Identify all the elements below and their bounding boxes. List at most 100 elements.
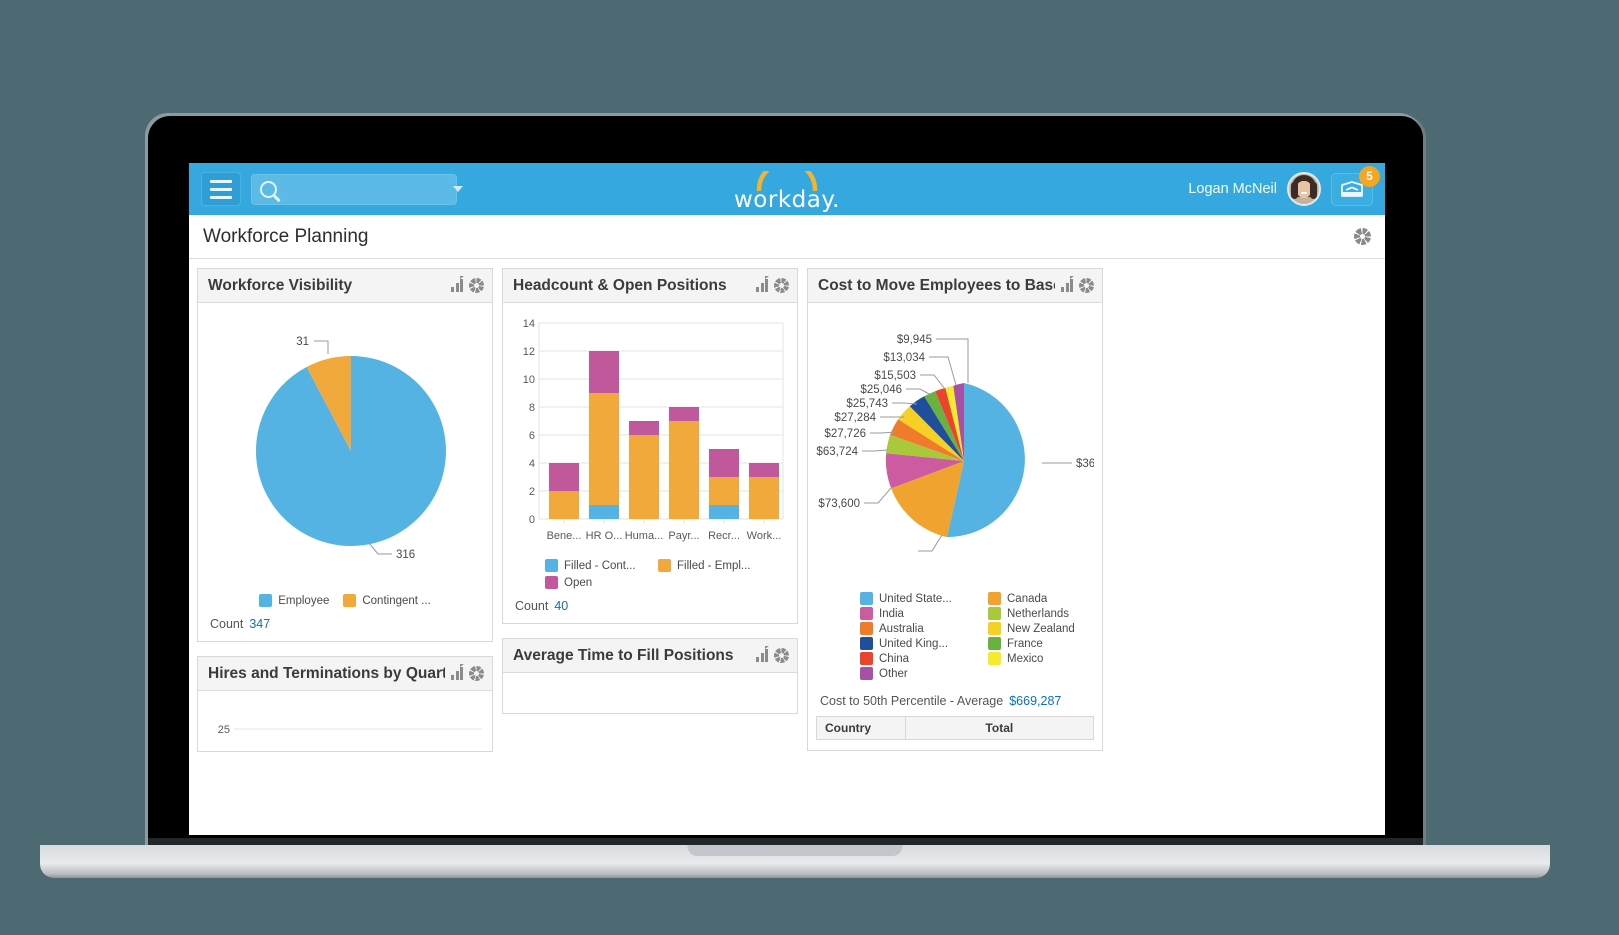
x-label-3: Payr... [668,530,699,542]
pie-data-label-27726: $27,726 [824,428,866,440]
chart-view-button[interactable] [451,276,464,292]
y-tick-12: 12 [523,346,535,358]
kpi-value[interactable]: $669,287 [1009,694,1061,708]
panel-average-time-to-fill: Average Time to Fill Positions [502,638,798,714]
chart-view-button[interactable] [451,664,464,680]
panel-body: $9,945 $13,034 $15,503 $25,046 $25,743 $… [808,303,1124,750]
panel-body [503,673,797,713]
kpi-value[interactable]: 40 [554,599,568,613]
panel-title: Average Time to Fill Positions [513,646,734,664]
headcount-open-positions-bar-chart[interactable]: 14 12 10 8 6 4 2 0 Bene... HR O... Huma.… [511,311,789,546]
legend-item[interactable]: New Zealand [988,622,1106,635]
y-tick-0: 0 [529,514,535,526]
panel-settings-button[interactable] [469,666,484,681]
bar-segment-filled-contingent [589,505,619,519]
legend-label: India [879,607,904,620]
legend-label: Australia [879,622,924,635]
bar-group-bene[interactable] [549,463,579,519]
legend-item[interactable]: Contingent ... [343,594,431,607]
legend-swatch-filled-employee [658,559,671,572]
x-label-4: Recr... [708,530,740,542]
pie-data-label-contingent: 31 [296,336,309,348]
legend-item[interactable]: France [988,637,1106,650]
bar-segment-filled-employee [589,393,619,505]
bar-chart-icon [1061,276,1074,292]
chevron-down-icon[interactable] [453,186,463,192]
y-tick-10: 10 [523,374,535,386]
bar-segment-filled-employee [669,421,699,519]
bar-segment-filled-employee [749,477,779,519]
bar-group-payroll[interactable] [669,407,699,519]
chart-view-button[interactable] [756,276,769,292]
legend-item[interactable]: Filled - Empl... [658,559,751,572]
legend-label: China [879,652,910,665]
panel-hires-terminations: Hires and Terminations by Quarter 25 [197,656,493,752]
workforce-visibility-count: Count 347 [206,617,484,631]
hamburger-menu-icon[interactable] [201,172,241,206]
page-settings-button[interactable] [1354,228,1371,245]
kpi-value[interactable]: 347 [249,617,270,631]
bar-group-workday[interactable] [749,463,779,519]
bar-segment-open [669,407,699,421]
legend-item[interactable]: Netherlands [988,607,1106,620]
legend-item[interactable]: United King... [860,637,978,650]
chart-view-button[interactable] [756,646,769,662]
gear-icon [774,278,789,293]
legend-item[interactable]: Canada [988,592,1106,605]
column-header-total[interactable]: Total [904,716,1095,740]
search-box[interactable] [251,173,463,205]
dashboard-column-1: Workforce Visibility 31 316 Employee Con… [197,268,493,752]
bar-group-hr[interactable] [589,351,619,519]
legend-swatch-france [988,637,1001,650]
panel-settings-button[interactable] [774,278,789,293]
panel-body: 31 316 Employee Contingent ... Count 347 [198,303,492,641]
legend-item[interactable]: Open [545,576,640,589]
legend-swatch-netherlands [988,607,1001,620]
legend-item[interactable]: Filled - Cont... [545,559,640,572]
legend-item[interactable]: India [860,607,978,620]
inbox-button[interactable]: 5 [1331,165,1380,206]
panel-settings-button[interactable] [774,648,789,663]
bar-group-recruiting[interactable] [709,449,739,519]
bar-chart-icon [756,276,769,292]
legend-item[interactable]: Employee [259,594,329,607]
y-tick-8: 8 [529,402,535,414]
legend-item[interactable]: Australia [860,622,978,635]
panel-settings-button[interactable] [1079,278,1094,293]
x-label-1: HR O... [586,530,623,542]
column-header-country[interactable]: Country [816,716,906,740]
workforce-visibility-pie-chart[interactable]: 31 316 [206,311,484,581]
page-header: Workforce Planning [189,215,1385,259]
laptop-base [40,845,1550,878]
legend-label: New Zealand [1007,622,1075,635]
panel-header: Cost to Move Employees to Base ... [808,269,1102,303]
panel-title: Cost to Move Employees to Base ... [818,276,1055,294]
kpi-label: Count [515,599,549,613]
bar-group-human[interactable] [629,421,659,519]
legend-label: Contingent ... [362,594,431,607]
panel-settings-button[interactable] [469,278,484,293]
panel-title: Workforce Visibility [208,276,353,294]
pie-slices[interactable] [885,383,1025,538]
bar-segment-open [709,449,739,477]
panel-workforce-visibility: Workforce Visibility 31 316 Employee Con… [197,268,493,642]
legend-item[interactable]: United State... [860,592,978,605]
gear-icon [1079,278,1094,293]
legend-item[interactable]: Other [860,667,978,680]
hires-terminations-bar-chart[interactable]: 25 [206,699,484,751]
legend-item[interactable]: China [860,652,978,665]
legend-label: Mexico [1007,652,1044,665]
cost-to-move-pie-chart[interactable]: $9,945 $13,034 $15,503 $25,046 $25,743 $… [816,311,1124,581]
dashboard-column-2: Headcount & Open Positions 14 12 10 8 6 … [502,268,798,714]
chart-view-button[interactable] [1061,276,1074,292]
legend-item[interactable]: Mexico [988,652,1106,665]
legend-label: France [1007,637,1043,650]
pie-data-label-9945: $9,945 [897,334,932,346]
legend-swatch-australia [860,622,873,635]
cost-to-move-legend: United State... Canada India Netherlands… [860,592,1094,680]
legend-swatch-mexico [988,652,1001,665]
search-input[interactable] [277,181,453,197]
avatar[interactable] [1287,172,1321,206]
bar-segment-filled-contingent [709,505,739,519]
page-title: Workforce Planning [203,225,369,247]
